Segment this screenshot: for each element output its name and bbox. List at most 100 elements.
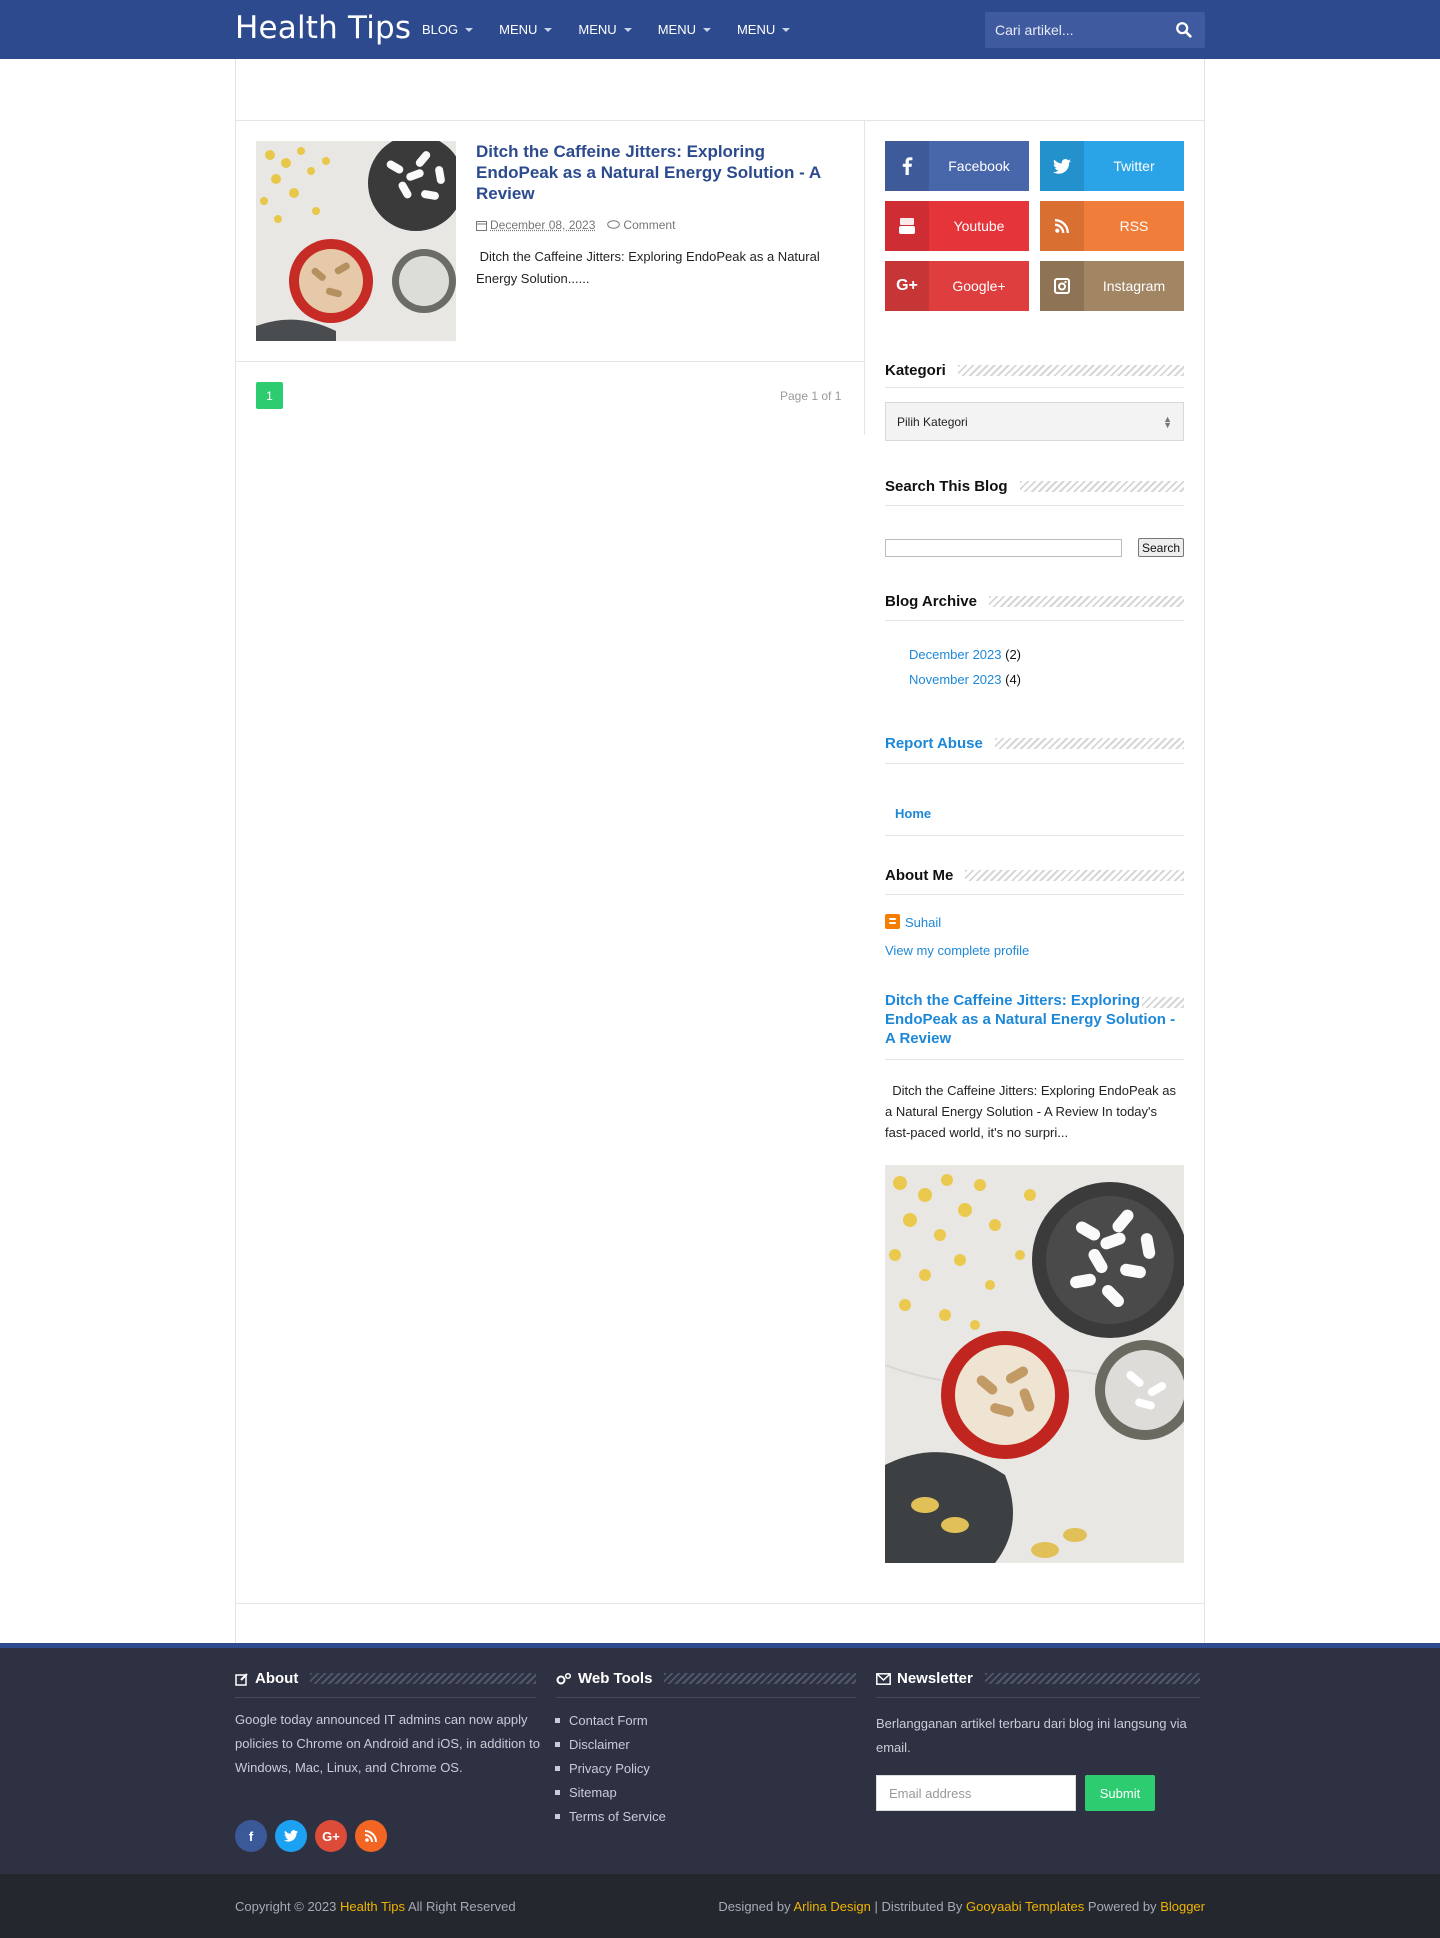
twitter-icon	[1040, 141, 1084, 191]
divider	[885, 835, 1184, 836]
divider	[556, 1697, 856, 1698]
header-search-input[interactable]: Cari artikel...	[995, 22, 1074, 38]
caret-down-icon	[465, 27, 474, 32]
select-arrows-icon: ▲ ▼	[1163, 414, 1172, 430]
twitter-button[interactable]: Twitter	[1040, 141, 1184, 191]
post-excerpt: Ditch the Caffeine Jitters: Exploring En…	[476, 249, 820, 286]
archive-link[interactable]: November 2023	[909, 672, 1002, 687]
copyright: Copyright © 2023 Health Tips All Right R…	[235, 1899, 516, 1914]
nav-label: MENU	[499, 22, 538, 37]
featured-post-title[interactable]: Ditch the Caffeine Jitters: Exploring En…	[885, 991, 1184, 1048]
divider	[885, 387, 1184, 388]
kategori-select[interactable]: Pilih Kategori ▲ ▼	[885, 402, 1184, 441]
divider	[876, 1697, 1200, 1698]
footer-link-privacy[interactable]: Privacy Policy	[569, 1761, 650, 1776]
youtube-button[interactable]: Youtube	[885, 201, 1029, 251]
youtube-icon	[885, 201, 929, 251]
google-plus-button[interactable]: G+ Google+	[885, 261, 1029, 311]
heading-hatch	[957, 365, 1184, 376]
comment-icon	[607, 220, 621, 229]
gears-icon	[556, 1672, 572, 1684]
featured-post-snippet: Ditch the Caffeine Jitters: Exploring En…	[885, 1083, 1176, 1140]
search-icon[interactable]	[1175, 21, 1193, 39]
footer-heading-text: About	[255, 1670, 299, 1687]
social-label: Google+	[952, 278, 1006, 294]
copyright-site-link[interactable]: Health Tips	[340, 1899, 405, 1914]
instagram-icon	[1040, 261, 1084, 311]
rss-button[interactable]: RSS	[1040, 201, 1184, 251]
post-comment-link[interactable]: Comment	[607, 218, 675, 232]
post-title-link[interactable]: Ditch the Caffeine Jitters: Exploring En…	[476, 141, 846, 204]
credit-text: | Distributed By	[874, 1899, 963, 1914]
column-divider	[864, 121, 865, 435]
post-meta: December 08, 2023 Comment	[476, 218, 675, 232]
widget-title: Kategori	[885, 362, 946, 379]
nav-label: MENU	[736, 22, 776, 37]
nav-menu-2[interactable]: MENU	[578, 0, 632, 59]
caret-down-icon	[544, 27, 553, 32]
edit-icon	[235, 1672, 248, 1686]
featured-post-image[interactable]	[885, 1165, 1184, 1563]
caret-down-icon	[782, 27, 791, 32]
newsletter-submit-button[interactable]: Submit	[1085, 1775, 1155, 1811]
footer-about-text: Google today announced IT admins can now…	[235, 1712, 540, 1775]
comment-label: Comment	[623, 218, 676, 232]
widget-title: Blog Archive	[885, 593, 977, 610]
report-abuse-heading[interactable]: Report Abuse	[885, 735, 1184, 752]
footer-facebook-icon[interactable]: f	[235, 1820, 267, 1852]
divider	[235, 120, 1205, 121]
footer-link-disclaimer[interactable]: Disclaimer	[569, 1737, 630, 1752]
footer-google-plus-icon[interactable]: G+	[315, 1820, 347, 1852]
footer-rss-icon[interactable]	[355, 1820, 387, 1852]
page-number-current[interactable]: 1	[256, 382, 283, 409]
platform-link[interactable]: Blogger	[1160, 1899, 1205, 1914]
post-date[interactable]: December 08, 2023	[490, 218, 595, 232]
footer-link-terms[interactable]: Terms of Service	[569, 1809, 666, 1824]
rss-icon	[1040, 201, 1084, 251]
credits: Designed by Arlina Design | Distributed …	[718, 1899, 1205, 1914]
divider	[235, 1697, 536, 1698]
nav-menu-1[interactable]: MENU	[499, 0, 553, 59]
blog-search-input[interactable]	[885, 539, 1122, 557]
footer-twitter-icon[interactable]	[275, 1820, 307, 1852]
calendar-icon	[476, 220, 487, 231]
newsletter-email-input[interactable]: Email address	[876, 1775, 1076, 1811]
nav-label: BLOG	[422, 22, 459, 37]
nav-menu-3[interactable]: MENU	[658, 0, 711, 59]
post-thumbnail[interactable]	[256, 141, 456, 341]
footer-about-heading: About	[235, 1670, 536, 1687]
divider	[236, 361, 864, 362]
author-link[interactable]: Suhail	[905, 915, 941, 930]
footer-link-sitemap[interactable]: Sitemap	[569, 1785, 617, 1800]
featured-post-heading[interactable]: Ditch the Caffeine Jitters: Exploring En…	[885, 991, 1184, 1048]
nav-label: MENU	[578, 22, 617, 37]
social-label: Instagram	[1102, 278, 1166, 294]
distributor-link[interactable]: Gooyaabi Templates	[966, 1899, 1084, 1914]
search-blog-heading: Search This Blog	[885, 478, 1184, 495]
nav-label: MENU	[657, 22, 696, 37]
header-search[interactable]: Cari artikel...	[985, 12, 1205, 48]
heading-hatch	[1019, 481, 1184, 492]
about-me-heading: About Me	[885, 867, 1184, 884]
archive-link[interactable]: December 2023	[909, 647, 1002, 662]
footer-link-contact[interactable]: Contact Form	[569, 1713, 648, 1728]
profile-link[interactable]: View my complete profile	[885, 943, 1029, 958]
nav-menu-4[interactable]: MENU	[736, 0, 791, 59]
blog-search-button[interactable]: Search	[1138, 538, 1184, 557]
envelope-icon	[876, 1672, 891, 1685]
site-logo[interactable]: Health Tips	[235, 10, 411, 46]
caret-down-icon	[702, 27, 711, 32]
heading-hatch	[664, 1673, 856, 1684]
kategori-select-value: Pilih Kategori	[897, 415, 968, 429]
home-link[interactable]: Home	[895, 806, 931, 821]
report-abuse-link[interactable]: Report Abuse	[885, 735, 983, 752]
nav-blog[interactable]: BLOG	[422, 0, 474, 59]
instagram-button[interactable]: Instagram	[1040, 261, 1184, 311]
main-nav: BLOG MENU MENU MENU MENU	[422, 0, 816, 59]
credit-text: Designed by	[718, 1899, 791, 1914]
designer-link[interactable]: Arlina Design	[794, 1899, 871, 1914]
credit-text: Powered by	[1087, 1899, 1157, 1914]
footer-newsletter-heading: Newsletter	[876, 1670, 1200, 1687]
facebook-button[interactable]: Facebook	[885, 141, 1029, 191]
heading-hatch	[984, 1673, 1200, 1684]
